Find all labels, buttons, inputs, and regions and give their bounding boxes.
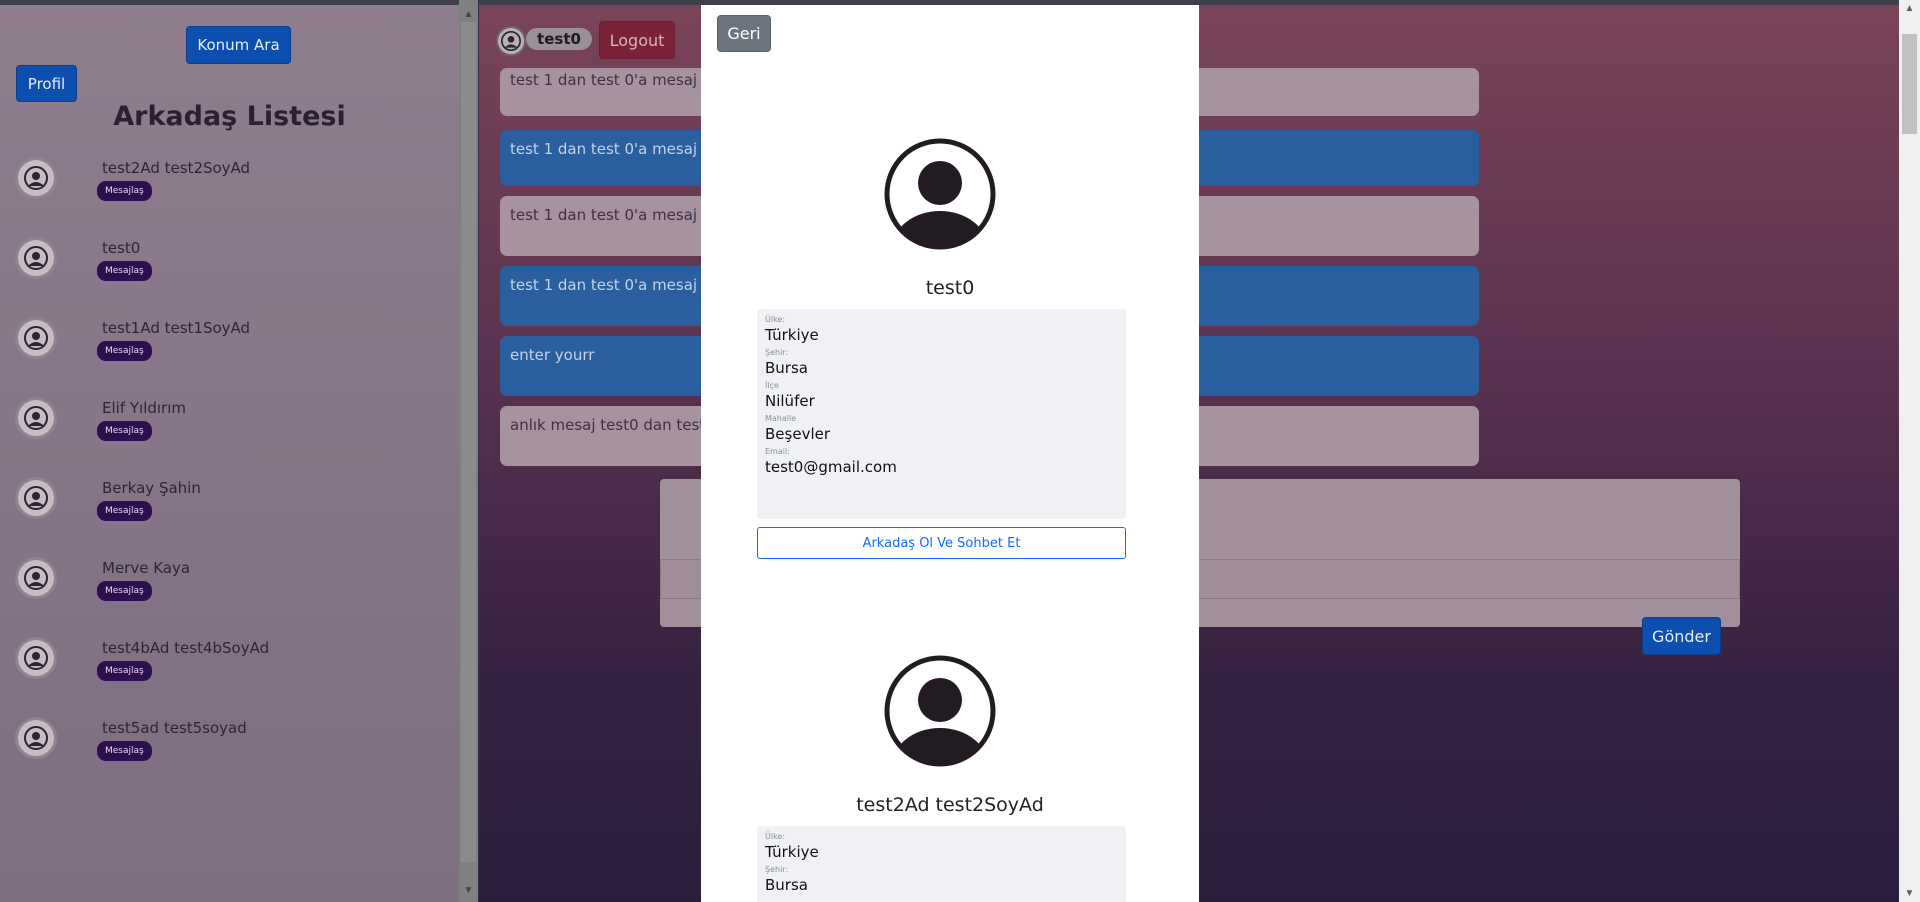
page-scrollbar[interactable]: ▲ ▼ (1899, 0, 1920, 902)
user-circle-icon (15, 237, 57, 279)
user-circle-icon (884, 138, 996, 250)
friend-list-item[interactable]: test0 Mesajlaş (15, 235, 435, 295)
user-circle-icon (15, 157, 57, 199)
friends-sidebar: Konum Ara Profil Arkadaş Listesi test2Ad… (0, 0, 459, 902)
message-badge[interactable]: Mesajlaş (97, 181, 152, 201)
message-badge[interactable]: Mesajlaş (97, 581, 152, 601)
friend-list-item[interactable]: test4bAd test4bSoyAd Mesajlaş (15, 635, 435, 695)
chevron-down-icon[interactable]: ▼ (459, 882, 478, 899)
friend-name: Berkay Şahin (102, 479, 201, 497)
friend-list-title: Arkadaş Listesi (113, 101, 346, 132)
field-value: Beşevler (765, 425, 831, 443)
friend-list-item[interactable]: test5ad test5soyad Mesajlaş (15, 715, 435, 775)
friend-list-item[interactable]: test2Ad test2SoyAd Mesajlaş (15, 155, 435, 215)
friend-list-item[interactable]: Merve Kaya Mesajlaş (15, 555, 435, 615)
chevron-up-icon[interactable]: ▲ (1899, 0, 1920, 17)
user-circle-icon (15, 477, 57, 519)
friend-name: test5ad test5soyad (102, 719, 247, 737)
back-button[interactable]: Geri (717, 15, 771, 52)
friend-list-item[interactable]: Berkay Şahin Mesajlaş (15, 475, 435, 535)
field-value: Türkiye (765, 326, 819, 344)
field-value: Türkiye (765, 843, 819, 861)
profile-button[interactable]: Profil (16, 65, 77, 102)
message-badge[interactable]: Mesajlaş (97, 341, 152, 361)
user-circle-icon (884, 655, 996, 767)
field-value: test0@gmail.com (765, 458, 897, 476)
field-value: Bursa (765, 359, 808, 377)
message-badge[interactable]: Mesajlaş (97, 261, 152, 281)
chevron-up-icon[interactable]: ▲ (459, 6, 478, 23)
friend-name: Merve Kaya (102, 559, 191, 577)
friend-name: test2Ad test2SoyAd (102, 159, 251, 177)
user-circle-icon (15, 717, 57, 759)
message-badge[interactable]: Mesajlaş (97, 501, 152, 521)
user-info-box: Ülke: Türkiye Şehir: Bursa İlçe Nilüfer … (757, 309, 1126, 519)
field-value: Nilüfer (765, 392, 815, 410)
user-name: test2Ad test2SoyAd (856, 794, 1044, 816)
user-circle-icon (15, 397, 57, 439)
friend-name: test0 (102, 239, 141, 257)
friend-list-item[interactable]: test1Ad test1SoyAd Mesajlaş (15, 315, 435, 375)
friend-list-item[interactable]: Elif Yıldırım Mesajlaş (15, 395, 435, 455)
location-search-modal: Geri test0 Ülke: Türkiye Şehir: Bursa İl… (701, 5, 1199, 902)
sidebar-scrollbar[interactable]: ▲ ▼ (459, 0, 478, 902)
user-circle-icon (496, 26, 526, 56)
scrollbar-thumb[interactable] (461, 22, 476, 862)
send-button[interactable]: Gönder (1642, 617, 1721, 655)
user-circle-icon (15, 637, 57, 679)
user-name: test0 (925, 277, 975, 299)
scrollbar-thumb[interactable] (1902, 34, 1917, 134)
chevron-down-icon[interactable]: ▼ (1899, 885, 1920, 902)
friend-name: test1Ad test1SoyAd (102, 319, 251, 337)
user-circle-icon (15, 317, 57, 359)
search-location-button[interactable]: Konum Ara (186, 26, 291, 64)
user-info-box: Ülke: Türkiye Şehir: Bursa (757, 826, 1126, 902)
message-badge[interactable]: Mesajlaş (97, 421, 152, 441)
friend-name: test4bAd test4bSoyAd (102, 639, 270, 657)
message-badge[interactable]: Mesajlaş (97, 661, 152, 681)
logout-button[interactable]: Logout (599, 21, 675, 59)
message-badge[interactable]: Mesajlaş (97, 741, 152, 761)
current-user-chip: test0 (496, 26, 594, 56)
user-circle-icon (15, 557, 57, 599)
field-value: Bursa (765, 876, 808, 894)
add-friend-chat-button[interactable]: Arkadaş Ol Ve Sohbet Et (757, 527, 1126, 559)
current-username: test0 (526, 28, 592, 50)
friend-name: Elif Yıldırım (102, 399, 186, 417)
